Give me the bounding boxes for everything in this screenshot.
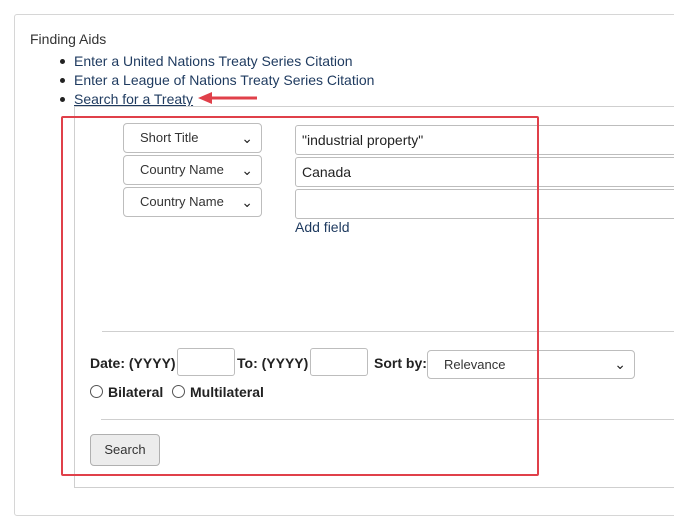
- add-field-link[interactable]: Add field: [295, 219, 349, 235]
- date-from-input[interactable]: [177, 348, 235, 376]
- sort-select[interactable]: Relevance ⌄: [427, 350, 635, 379]
- chevron-down-icon: ⌄: [241, 130, 253, 146]
- finding-aids-heading: Finding Aids: [30, 31, 107, 47]
- sort-by-label: Sort by:: [374, 355, 427, 371]
- chevron-down-icon: ⌄: [241, 194, 253, 210]
- arrow-left-icon: [198, 92, 257, 104]
- search-input-2[interactable]: Canada: [295, 157, 674, 187]
- radio-circle-icon: [172, 385, 185, 398]
- field-select-1[interactable]: Short Title ⌄: [123, 123, 262, 153]
- radio-bilateral[interactable]: Bilateral: [90, 384, 163, 400]
- radio-circle-icon: [90, 385, 103, 398]
- chevron-down-icon: ⌄: [241, 162, 253, 178]
- field-select-3[interactable]: Country Name ⌄: [123, 187, 262, 217]
- search-input-3[interactable]: [295, 189, 674, 219]
- date-to-input[interactable]: [310, 348, 368, 376]
- divider: [102, 331, 674, 332]
- search-input-1[interactable]: "industrial property": [295, 125, 674, 155]
- radio-multilateral[interactable]: Multilateral: [172, 384, 264, 400]
- chevron-down-icon: ⌄: [614, 356, 626, 372]
- field-select-2[interactable]: Country Name ⌄: [123, 155, 262, 185]
- search-button[interactable]: Search: [90, 434, 160, 466]
- date-from-label: Date: (YYYY): [90, 355, 176, 371]
- link-un-treaty-citation[interactable]: Enter a United Nations Treaty Series Cit…: [59, 52, 374, 71]
- date-to-label: To: (YYYY): [237, 355, 309, 371]
- divider: [101, 419, 674, 420]
- link-league-treaty-citation[interactable]: Enter a League of Nations Treaty Series …: [59, 71, 374, 90]
